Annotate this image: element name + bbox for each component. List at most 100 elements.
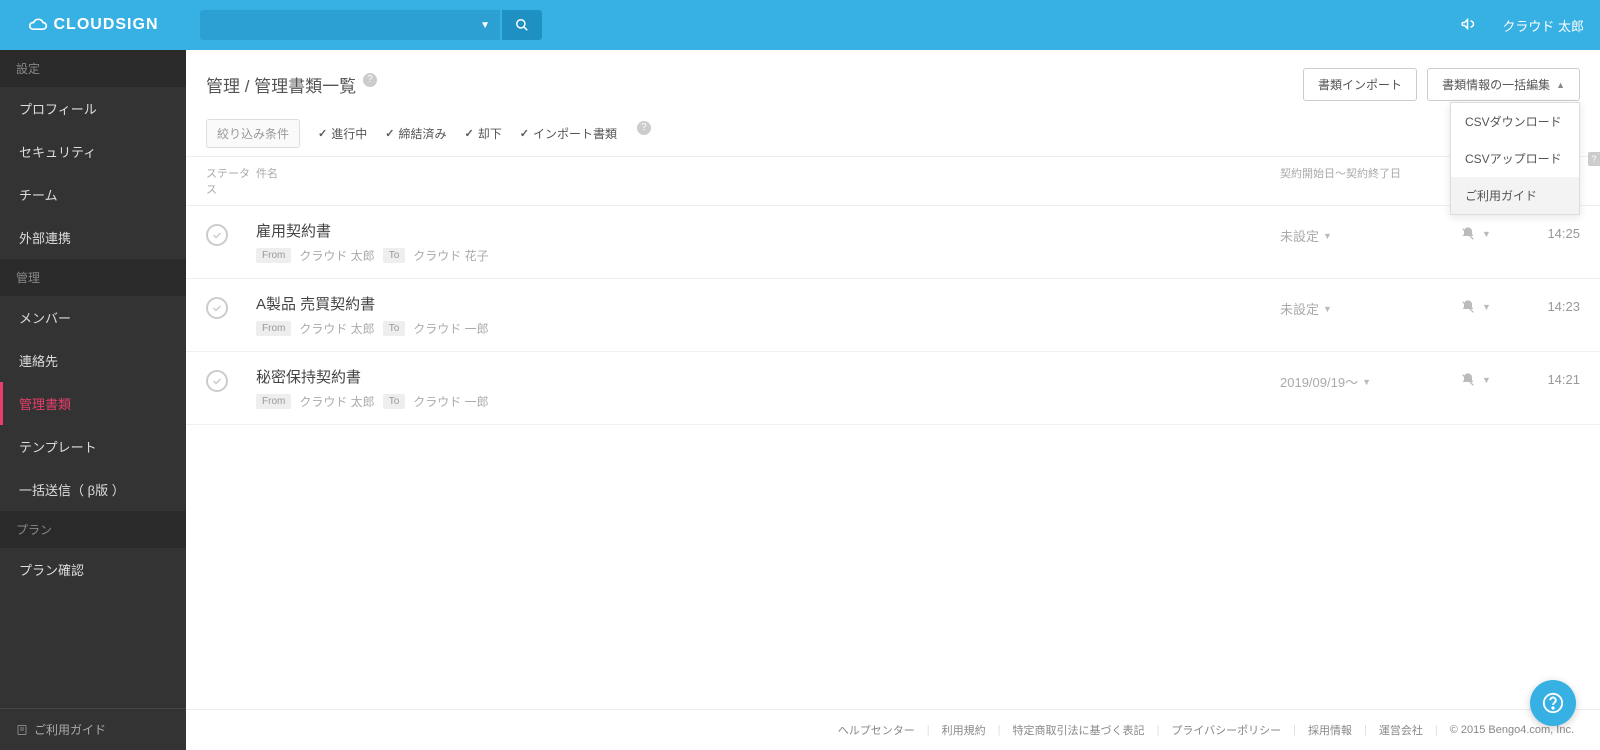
to-tag: To — [383, 394, 406, 409]
chevron-up-icon: ▲ — [1556, 80, 1565, 90]
bell-off-icon — [1460, 226, 1476, 242]
doc-title: 雇用契約書 — [256, 220, 1280, 241]
search-icon — [515, 18, 529, 32]
from-tag: From — [256, 248, 291, 263]
from-name: クラウド 太郎 — [299, 320, 374, 337]
page-actions: 書類インポート 書類情報の一括編集 ▲ CSVダウンロード CSVアップロード … — [1303, 68, 1580, 101]
sidebar-item-bulk-send[interactable]: 一括送信（ β版 ） — [0, 468, 186, 511]
footer-link-help[interactable]: ヘルプセンター — [832, 722, 921, 738]
main-content: 管理 / 管理書類一覧 ? 書類インポート 書類情報の一括編集 ▲ CSVダウン… — [186, 50, 1600, 750]
help-fab[interactable] — [1530, 680, 1576, 726]
reminder-cell[interactable]: ▼ — [1460, 366, 1520, 388]
col-name: 件名 — [256, 165, 1280, 197]
divider: | — [1293, 724, 1296, 736]
cloud-icon — [28, 17, 48, 33]
bulk-edit-button[interactable]: 書類情報の一括編集 ▲ — [1427, 68, 1580, 101]
bell-off-icon — [1460, 372, 1476, 388]
bulk-edit-label: 書類情報の一括編集 — [1442, 76, 1550, 93]
edge-help-icon[interactable]: ? — [1588, 152, 1600, 166]
time-cell: 14:25 — [1520, 220, 1580, 241]
filter-concluded[interactable]: ✓締結済み — [385, 125, 446, 142]
divider: | — [1435, 724, 1438, 736]
sidebar-item-team[interactable]: チーム — [0, 173, 186, 216]
sidebar-item-templates[interactable]: テンプレート — [0, 425, 186, 468]
page-header: 管理 / 管理書類一覧 ? 書類インポート 書類情報の一括編集 ▲ CSVダウン… — [186, 50, 1600, 111]
sidebar: 設定 プロフィール セキュリティ チーム 外部連携 管理 メンバー 連絡先 管理… — [0, 50, 186, 750]
import-button[interactable]: 書類インポート — [1303, 68, 1417, 101]
dropdown-item-csv-upload[interactable]: CSVアップロード — [1451, 140, 1579, 177]
table-row[interactable]: 秘密保持契約書 From クラウド 太郎 To クラウド 一郎 2019/09/… — [186, 352, 1600, 425]
sidebar-item-integration[interactable]: 外部連携 — [0, 216, 186, 259]
breadcrumb-root[interactable]: 管理 — [206, 77, 240, 96]
footer-link-company[interactable]: 運営会社 — [1373, 722, 1429, 738]
to-tag: To — [383, 248, 406, 263]
question-icon — [1542, 692, 1564, 714]
divider: | — [1156, 724, 1159, 736]
doc-title: A製品 売買契約書 — [256, 293, 1280, 314]
chevron-down-icon: ▼ — [1362, 377, 1371, 387]
status-cell — [206, 220, 256, 246]
search-input[interactable]: ▼ — [200, 10, 500, 40]
date-cell[interactable]: 未設定▼ — [1280, 220, 1460, 245]
header-right: クラウド 太郎 — [1460, 15, 1584, 36]
sidebar-item-contacts[interactable]: 連絡先 — [0, 339, 186, 382]
filter-label[interactable]: 絞り込み条件 — [206, 119, 300, 148]
sidebar-item-security[interactable]: セキュリティ — [0, 130, 186, 173]
footer-link-privacy[interactable]: プライバシーポリシー — [1165, 722, 1287, 738]
footer-copyright: © 2015 Bengo4.com, Inc. — [1444, 724, 1580, 736]
to-tag: To — [383, 321, 406, 336]
date-cell[interactable]: 未設定 ▼ — [1280, 293, 1460, 318]
to-name: クラウド 花子 — [413, 247, 488, 264]
col-date: 契約開始日〜契約終了日 — [1280, 165, 1460, 197]
status-cell — [206, 366, 256, 392]
filter-text: 締結済み — [398, 125, 446, 142]
sidebar-section-plan: プラン — [0, 511, 186, 548]
help-icon[interactable]: ? — [637, 121, 651, 135]
chevron-down-icon: ▼ — [1323, 304, 1332, 314]
footer-link-careers[interactable]: 採用情報 — [1302, 722, 1358, 738]
user-name[interactable]: クラウド 太郎 — [1502, 16, 1584, 35]
reminder-cell[interactable]: ▼ — [1460, 220, 1520, 242]
help-icon[interactable]: ? — [363, 73, 377, 87]
search-button[interactable] — [502, 10, 542, 40]
sidebar-item-plan-check[interactable]: プラン確認 — [0, 548, 186, 591]
date-text: 未設定 — [1280, 299, 1319, 318]
footer-link-sct[interactable]: 特定商取引法に基づく表記 — [1006, 722, 1150, 738]
sidebar-item-documents[interactable]: 管理書類 — [0, 382, 186, 425]
check-icon: ✓ — [520, 127, 529, 140]
doc-meta: From クラウド 太郎 To クラウド 一郎 — [256, 393, 1280, 410]
status-cell — [206, 293, 256, 319]
check-icon: ✓ — [464, 127, 473, 140]
chevron-down-icon: ▼ — [480, 20, 490, 31]
dropdown-item-csv-download[interactable]: CSVダウンロード — [1451, 103, 1579, 140]
brand-logo[interactable]: CLOUDSIGN — [0, 0, 186, 50]
reminder-cell[interactable]: ▼ — [1460, 293, 1520, 315]
dropdown-item-guide[interactable]: ご利用ガイド — [1451, 177, 1579, 214]
table-row[interactable]: 雇用契約書 From クラウド 太郎 To クラウド 花子 未設定▼ ▼ 14:… — [186, 206, 1600, 279]
filter-in-progress[interactable]: ✓進行中 — [318, 125, 367, 142]
name-cell: 秘密保持契約書 From クラウド 太郎 To クラウド 一郎 — [256, 366, 1280, 410]
filter-imported[interactable]: ✓ インポート書類 — [520, 125, 617, 142]
filter-rejected[interactable]: ✓却下 — [464, 125, 501, 142]
filter-bar: 絞り込み条件 ✓進行中 ✓締結済み ✓却下 ✓インポート書類 ? — [186, 111, 1600, 157]
chevron-down-icon: ▼ — [1323, 231, 1332, 241]
from-name: クラウド 太郎 — [299, 247, 374, 264]
sidebar-footer-guide[interactable]: ご利用ガイド — [0, 708, 186, 750]
table-row[interactable]: A製品 売買契約書 From クラウド 太郎 To クラウド 一郎 未設定▼ ▼… — [186, 279, 1600, 352]
bell-off-icon — [1460, 299, 1476, 315]
sidebar-item-profile[interactable]: プロフィール — [0, 87, 186, 130]
app-header: CLOUDSIGN ▼ クラウド 太郎 — [0, 0, 1600, 50]
status-check-icon — [206, 297, 228, 319]
date-cell[interactable]: 2019/09/19〜▼ — [1280, 366, 1460, 391]
sidebar-section-admin: 管理 — [0, 259, 186, 296]
footer-link-terms[interactable]: 利用規約 — [936, 722, 992, 738]
bulk-edit-dropdown: CSVダウンロード CSVアップロード ご利用ガイド — [1450, 102, 1580, 215]
status-check-icon — [206, 224, 228, 246]
divider: | — [927, 724, 930, 736]
search-wrap: ▼ — [200, 10, 542, 40]
sidebar-item-members[interactable]: メンバー — [0, 296, 186, 339]
status-check-icon — [206, 370, 228, 392]
divider: | — [998, 724, 1001, 736]
announcement-icon[interactable] — [1460, 15, 1478, 36]
filter-text: インポート書類 — [533, 125, 617, 142]
